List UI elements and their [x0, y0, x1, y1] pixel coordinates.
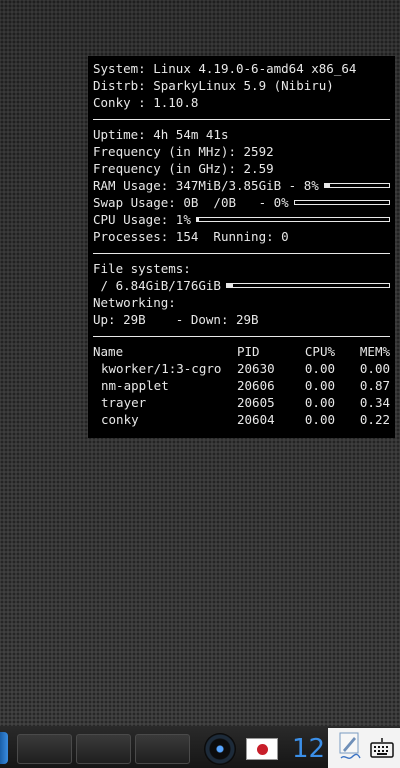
root-fs-fill	[226, 284, 234, 287]
process-table-header: Name PID CPU% MEM%	[93, 343, 390, 360]
root-fs-bar	[225, 283, 390, 288]
cpu-value: 1%	[175, 212, 191, 227]
cpu-label: CPU Usage:	[93, 212, 176, 227]
swap-usage-bar	[293, 200, 390, 205]
uptime-value: 4h 54m 41s	[153, 127, 229, 142]
freq-ghz-row: Frequency (in GHz): 2.59	[93, 160, 390, 177]
table-row: nm-applet 20606 0.00 0.87	[93, 377, 390, 394]
distrb-label: Distrb:	[93, 78, 154, 93]
uptime-row: Uptime: 4h 54m 41s	[93, 126, 390, 143]
ram-label: RAM Usage:	[93, 178, 176, 193]
clock-digits[interactable]: 12	[292, 733, 328, 765]
table-row: kworker/1:3-cgro 20630 0.00 0.00	[93, 360, 390, 377]
root-fs-value: / 6.84GiB/176GiB	[93, 278, 221, 293]
process-pid: 20630	[237, 361, 275, 376]
conky-version-row: Conky : 1.10.8	[93, 94, 390, 111]
uptime-label: Uptime:	[93, 127, 154, 142]
process-mem: 0.34	[359, 395, 390, 410]
table-row: conky 20604 0.00 0.22	[93, 411, 390, 428]
down-label: - Down:	[145, 312, 236, 327]
processes-row: Processes: 154 Running: 0	[93, 228, 390, 245]
root-fs-row: / 6.84GiB/176GiB	[93, 277, 390, 294]
conky-version-label: Conky :	[93, 95, 154, 110]
header-pid: PID	[237, 344, 260, 359]
running-label: Running:	[198, 229, 282, 244]
freq-ghz-value: 2.59	[243, 161, 274, 176]
ram-usage-bar	[323, 183, 390, 188]
divider	[93, 336, 390, 337]
media-player-icon[interactable]	[204, 733, 236, 765]
ram-row: RAM Usage: 347MiB/3.85GiB - 8%	[93, 177, 390, 194]
system-value: Linux 4.19.0-6-amd64 x86_64	[153, 61, 357, 76]
workspace-2-button[interactable]	[76, 734, 131, 764]
up-label: Up:	[93, 312, 124, 327]
freq-mhz-value: 2592	[243, 144, 274, 159]
networking-heading: Networking:	[93, 294, 390, 311]
swap-row: Swap Usage: 0B /0B - 0%	[93, 194, 390, 211]
cpu-usage-fill	[196, 218, 199, 221]
process-name: trayer	[101, 395, 147, 410]
processes-label: Processes:	[93, 229, 176, 244]
ram-usage-fill	[324, 184, 330, 187]
process-cpu: 0.00	[304, 378, 335, 393]
workspace-1-button[interactable]	[17, 734, 72, 764]
header-name: Name	[93, 344, 124, 359]
divider	[93, 119, 390, 120]
down-value: 29B	[236, 312, 259, 327]
process-name: conky	[101, 412, 139, 427]
running-value: 0	[281, 229, 289, 244]
up-value: 29B	[123, 312, 146, 327]
process-name: kworker/1:3-cgro	[101, 361, 222, 376]
distrb-value: SparkyLinux 5.9 (Nibiru)	[153, 78, 334, 93]
process-mem: 0.00	[359, 361, 390, 376]
filesystems-label: File systems:	[93, 261, 191, 276]
menu-launcher-button[interactable]	[0, 732, 8, 764]
process-mem: 0.87	[359, 378, 390, 393]
system-row: System: Linux 4.19.0-6-amd64 x86_64	[93, 60, 390, 77]
header-mem: MEM%	[359, 344, 390, 359]
divider	[93, 253, 390, 254]
system-tray	[328, 728, 400, 768]
process-pid: 20605	[237, 395, 275, 410]
filesystems-heading: File systems:	[93, 260, 390, 277]
system-label: System:	[93, 61, 154, 76]
flag-sun	[257, 744, 268, 755]
process-cpu: 0.00	[304, 361, 335, 376]
swap-label: Swap Usage:	[93, 195, 184, 210]
network-speed-row: Up: 29B - Down: 29B	[93, 311, 390, 328]
freq-ghz-label: Frequency (in GHz):	[93, 161, 244, 176]
process-pid: 20604	[237, 412, 275, 427]
networking-label: Networking:	[93, 295, 176, 310]
japan-flag-icon[interactable]	[246, 738, 278, 760]
process-table: Name PID CPU% MEM% kworker/1:3-cgro 2063…	[93, 343, 390, 428]
swap-value: 0B /0B - 0%	[183, 195, 289, 210]
process-cpu: 0.00	[304, 412, 335, 427]
processes-value: 154	[175, 229, 199, 244]
keyboard-icon[interactable]	[370, 738, 394, 760]
process-pid: 20606	[237, 378, 275, 393]
distrb-row: Distrb: SparkyLinux 5.9 (Nibiru)	[93, 77, 390, 94]
header-cpu: CPU%	[304, 344, 335, 359]
process-cpu: 0.00	[304, 395, 335, 410]
cpu-usage-bar	[195, 217, 390, 222]
handwriting-pen-icon[interactable]	[338, 732, 362, 762]
process-name: nm-applet	[101, 378, 169, 393]
cpu-row: CPU Usage: 1%	[93, 211, 390, 228]
conky-version-value: 1.10.8	[153, 95, 199, 110]
conky-panel: System: Linux 4.19.0-6-amd64 x86_64 Dist…	[88, 56, 395, 438]
freq-mhz-label: Frequency (in MHz):	[93, 144, 244, 159]
ram-value: 347MiB/3.85GiB - 8%	[175, 178, 319, 193]
table-row: trayer 20605 0.00 0.34	[93, 394, 390, 411]
workspace-3-button[interactable]	[135, 734, 190, 764]
process-mem: 0.22	[359, 412, 390, 427]
freq-mhz-row: Frequency (in MHz): 2592	[93, 143, 390, 160]
